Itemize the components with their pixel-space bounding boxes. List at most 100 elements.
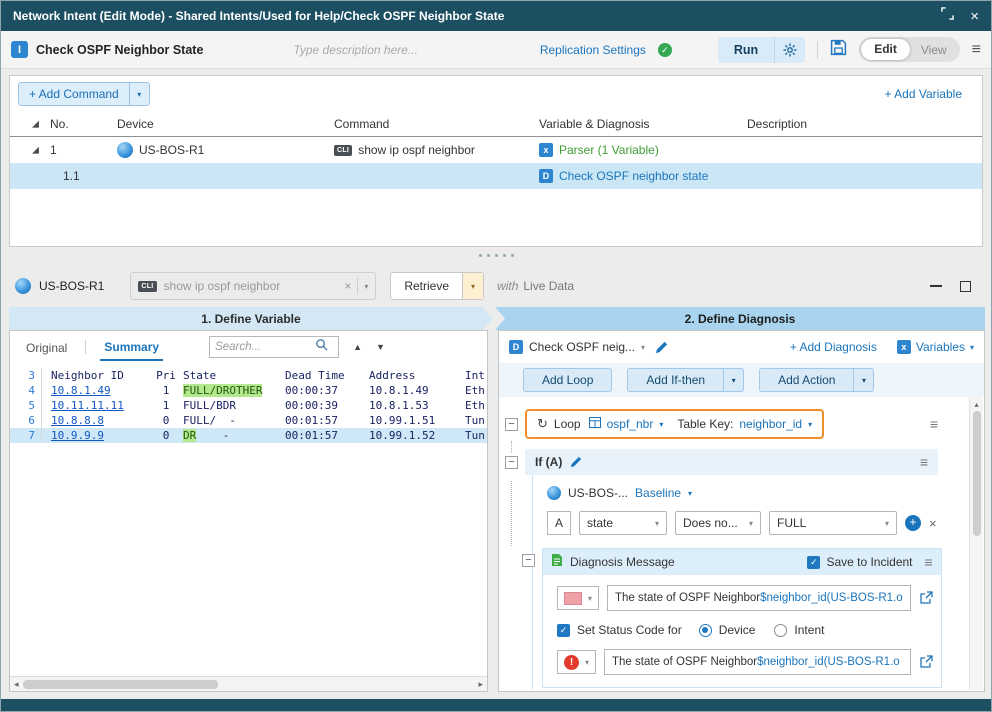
col-state: FULL/ - — [183, 414, 285, 427]
diagnosis-link[interactable]: Check OSPF neighbor state — [559, 169, 708, 183]
add-condition-button[interactable]: + — [905, 515, 921, 531]
diagnosis-message-menu-icon[interactable]: ≡ — [925, 554, 933, 570]
remove-condition-button[interactable]: × — [929, 516, 937, 531]
condition-field-select[interactable]: state ▾ — [579, 511, 667, 535]
col-pri: 0 — [149, 429, 183, 442]
neighbor-ip-link[interactable]: 10.11.11.11 — [51, 399, 124, 412]
status-code-caret-icon[interactable]: ▾ — [585, 658, 589, 667]
neighbor-ip-link[interactable]: 10.8.1.49 — [51, 384, 111, 397]
message-input[interactable]: The state of OSPF Neighbor $neighbor_id(… — [607, 585, 911, 611]
condition-value-select[interactable]: FULL ▾ — [769, 511, 897, 535]
retrieve-button[interactable]: Retrieve — [391, 273, 462, 299]
collapse-all-icon[interactable]: ◢ — [32, 119, 39, 130]
scrollbar-thumb[interactable] — [973, 411, 981, 536]
loop-table-caret-icon[interactable]: ▾ — [659, 420, 663, 429]
scroll-left-icon[interactable]: ◂ — [10, 679, 23, 690]
if-title: If (A) — [535, 455, 562, 469]
minimize-icon[interactable] — [930, 285, 942, 287]
tab-summary[interactable]: Summary — [100, 334, 163, 361]
scroll-up-icon[interactable]: ▴ — [974, 397, 978, 411]
diagnosis-selector-caret-icon[interactable]: ▾ — [641, 343, 645, 352]
search-input[interactable] — [215, 341, 315, 353]
tab-original[interactable]: Original — [22, 335, 71, 360]
open-status-editor-icon[interactable] — [919, 655, 933, 669]
if-menu-icon[interactable]: ≡ — [920, 454, 928, 470]
variables-caret-icon[interactable]: ▾ — [970, 343, 974, 352]
find-previous-button[interactable]: ▲ — [353, 342, 362, 352]
live-data-label[interactable]: Live Data — [523, 279, 574, 293]
device-bar: US-BOS-R1 CLI show ip ospf neighbor × ▾ … — [9, 265, 983, 307]
retrieve-button-group: Retrieve ▾ — [390, 272, 484, 300]
replication-settings-link[interactable]: Replication Settings — [540, 43, 646, 57]
panel-splitter[interactable] — [9, 249, 983, 261]
variables-button[interactable]: x Variables ▾ — [897, 340, 974, 354]
condition-operator-caret-icon[interactable]: ▾ — [743, 519, 753, 528]
baseline-caret-icon[interactable]: ▾ — [688, 489, 692, 498]
diagnosis-row[interactable]: 1.1 D Check OSPF neighbor state — [10, 163, 982, 189]
row-expand-icon[interactable]: ◢ — [32, 145, 39, 156]
intent-radio[interactable] — [774, 624, 787, 637]
retrieve-caret-icon[interactable]: ▾ — [462, 273, 483, 299]
baseline-select[interactable]: Baseline — [635, 486, 681, 500]
horizontal-scrollbar[interactable]: ◂ ▸ — [10, 676, 487, 691]
severity-caret-icon[interactable]: ▾ — [588, 594, 592, 603]
run-button[interactable]: Run — [718, 37, 775, 63]
condition-operator-select[interactable]: Does no... ▾ — [675, 511, 761, 535]
fullscreen-icon[interactable] — [941, 7, 954, 25]
condition-field-caret-icon[interactable]: ▾ — [649, 519, 659, 528]
diagnosis-selector[interactable]: D Check OSPF neig... ▾ — [509, 340, 645, 354]
description-input[interactable] — [293, 43, 473, 57]
edit-toggle-button[interactable]: Edit — [861, 39, 910, 60]
condition-value-caret-icon[interactable]: ▾ — [879, 519, 889, 528]
loop-block[interactable]: ↻ Loop ospf_nbr ▾ Table Key: neighbor_id… — [525, 409, 824, 439]
add-action-button[interactable]: Add Action ▾ — [759, 368, 874, 392]
table-key-caret-icon[interactable]: ▾ — [808, 420, 812, 429]
save-to-incident-checkbox[interactable]: ✓ — [807, 556, 820, 569]
add-command-caret-icon[interactable]: ▾ — [129, 83, 149, 105]
clear-command-icon[interactable]: × — [344, 279, 351, 293]
loop-collapse-toggle[interactable]: − — [505, 418, 518, 431]
loop-label: Loop — [554, 417, 581, 431]
loop-table-select[interactable]: ospf_nbr — [607, 417, 654, 431]
add-loop-button[interactable]: Add Loop — [523, 368, 612, 392]
add-if-then-caret-icon[interactable]: ▾ — [723, 369, 743, 391]
severity-color-select[interactable]: ▾ — [557, 586, 599, 610]
status-message-input[interactable]: The state of OSPF Neighbor $neighbor_id(… — [604, 649, 911, 675]
run-settings-gear-icon[interactable] — [775, 43, 805, 57]
search-icon[interactable] — [315, 338, 328, 356]
status-code-select[interactable]: ! ▾ — [557, 650, 596, 674]
neighbor-ip-link[interactable]: 10.8.8.8 — [51, 414, 104, 427]
add-command-button[interactable]: + Add Command ▾ — [18, 82, 150, 106]
view-toggle-button[interactable]: View — [910, 43, 958, 57]
command-row[interactable]: ◢ 1 US-BOS-R1 CLI show ip ospf neighbor … — [10, 137, 982, 163]
edit-diagnosis-icon[interactable] — [655, 341, 668, 354]
command-select[interactable]: CLI show ip ospf neighbor × ▾ — [130, 272, 376, 300]
add-diagnosis-link[interactable]: + Add Diagnosis — [790, 340, 877, 354]
loop-menu-icon[interactable]: ≡ — [930, 416, 938, 432]
parser-link[interactable]: Parser (1 Variable) — [559, 143, 659, 157]
device-radio[interactable] — [699, 624, 712, 637]
save-icon[interactable] — [830, 39, 847, 61]
add-if-then-button[interactable]: Add If-then ▾ — [627, 368, 744, 392]
table-key-select[interactable]: neighbor_id — [739, 417, 802, 431]
add-action-caret-icon[interactable]: ▾ — [853, 369, 873, 391]
close-icon[interactable]: × — [970, 9, 979, 24]
scroll-right-icon[interactable]: ▸ — [474, 679, 487, 690]
menu-icon[interactable]: ≡ — [972, 42, 981, 58]
diagnosis-message-header[interactable]: Diagnosis Message ✓ Save to Incident ≡ — [543, 549, 941, 575]
add-variable-link[interactable]: + Add Variable — [884, 87, 962, 101]
edit-if-icon[interactable] — [570, 456, 582, 468]
scrollbar-thumb[interactable] — [23, 680, 218, 689]
neighbor-ip-link[interactable]: 10.9.9.9 — [51, 429, 104, 442]
open-message-editor-icon[interactable] — [919, 591, 933, 605]
col-interface: Eth — [465, 384, 487, 397]
maximize-icon[interactable] — [960, 281, 971, 292]
cli-output[interactable]: 3 Neighbor ID Pri State Dead Time Addres… — [10, 368, 487, 676]
find-next-button[interactable]: ▼ — [376, 342, 385, 352]
if-collapse-toggle[interactable]: − — [505, 456, 518, 469]
vertical-scrollbar[interactable]: ▴ — [969, 397, 983, 690]
command-select-caret-icon[interactable]: ▾ — [364, 282, 368, 291]
if-header[interactable]: If (A) ≡ — [525, 449, 938, 475]
set-status-code-checkbox[interactable]: ✓ — [557, 624, 570, 637]
diagnosis-message-collapse-toggle[interactable]: − — [522, 554, 535, 567]
